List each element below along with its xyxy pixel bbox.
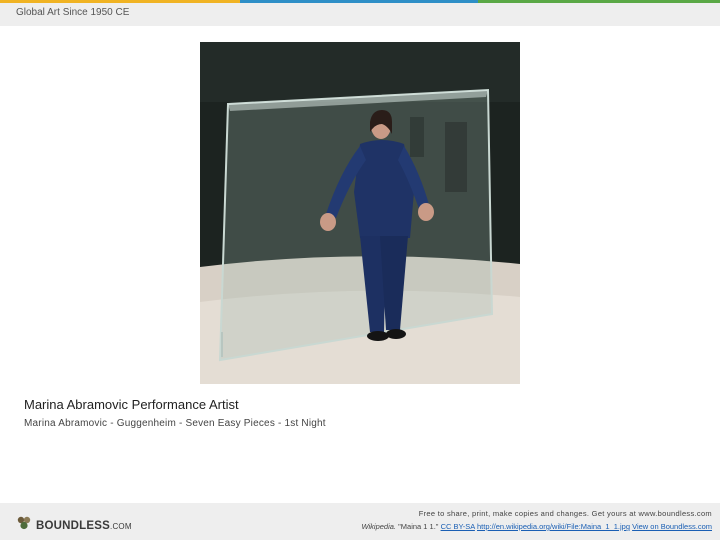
footer-bar: BOUNDLESS.COM Free to share, print, make… [0, 503, 720, 540]
attribution-line: Wikipedia. "Maina 1 1." CC BY-SA http://… [361, 522, 712, 531]
source-name: Wikipedia. [361, 522, 397, 531]
license-link[interactable]: CC BY-SA [441, 522, 475, 531]
caption-subtitle: Marina Abramovic - Guggenheim - Seven Ea… [24, 418, 326, 429]
attribution-title: "Maina 1 1." [398, 522, 439, 531]
boundless-logo-icon [16, 516, 32, 535]
boundless-logo[interactable]: BOUNDLESS.COM [16, 516, 132, 535]
source-url-link[interactable]: http://en.wikipedia.org/wiki/File:Maina_… [477, 522, 630, 531]
view-on-boundless-link[interactable]: View on Boundless.com [632, 522, 712, 531]
header-bar: Global Art Since 1950 CE [0, 3, 720, 26]
performance-photo [200, 42, 520, 384]
course-title: Global Art Since 1950 CE [16, 7, 130, 18]
boundless-logo-text: BOUNDLESS.COM [36, 519, 132, 532]
share-notice: Free to share, print, make copies and ch… [418, 509, 712, 518]
caption-title: Marina Abramovic Performance Artist [24, 397, 239, 412]
